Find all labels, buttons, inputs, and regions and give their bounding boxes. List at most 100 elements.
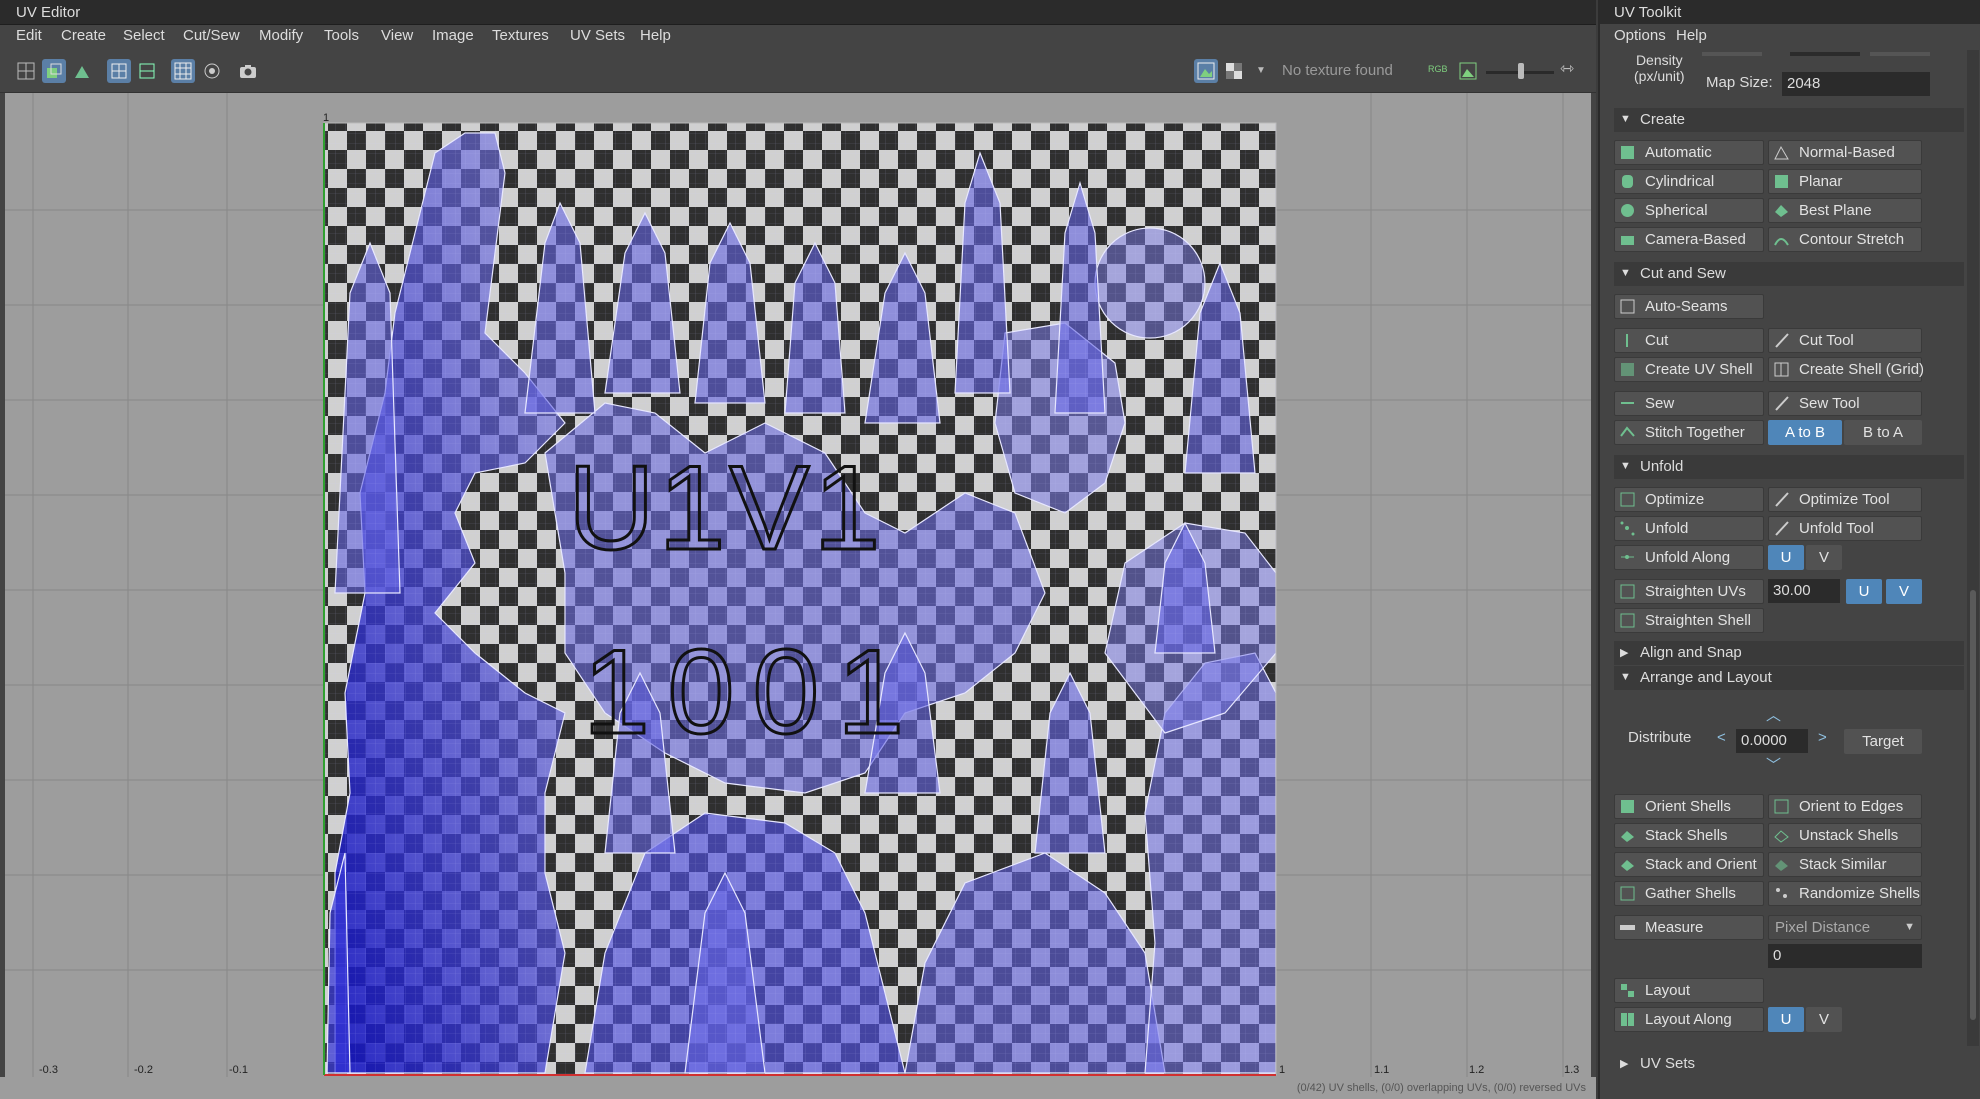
section-unfold[interactable]: ▼ Unfold [1614, 455, 1964, 479]
b-to-a-button[interactable]: B to A [1844, 420, 1922, 445]
toolkit-menu-options[interactable]: Options [1614, 27, 1666, 44]
unfold-along-u-button[interactable]: U [1768, 545, 1804, 570]
menu-uv-sets[interactable]: UV Sets [570, 27, 625, 44]
unfold-button[interactable]: Unfold [1614, 516, 1764, 541]
sew-tool-button[interactable]: Sew Tool [1768, 391, 1922, 416]
menu-cut-sew[interactable]: Cut/Sew [183, 27, 240, 44]
stack-similar-button[interactable]: Stack Similar [1768, 852, 1922, 877]
optimize-tool-button[interactable]: Optimize Tool [1768, 487, 1922, 512]
cylindrical-button[interactable]: Cylindrical [1614, 169, 1764, 194]
layout-along-button[interactable]: Layout Along [1614, 1007, 1764, 1032]
straighten-v-button[interactable]: V [1886, 579, 1922, 604]
normal-based-button[interactable]: Normal-Based [1768, 140, 1922, 165]
section-uv-sets[interactable]: ▶ UV Sets [1614, 1052, 1964, 1076]
density-field-top[interactable] [1702, 52, 1762, 56]
button-label: Layout [1645, 982, 1691, 999]
rgb-channel-icon[interactable]: RGB [1428, 64, 1448, 74]
grid-toggle-button[interactable] [171, 59, 195, 83]
a-to-b-button[interactable]: A to B [1768, 420, 1842, 445]
checker-button[interactable] [1222, 59, 1246, 83]
wireframe-button[interactable] [107, 59, 131, 83]
density-button-top[interactable] [1870, 52, 1930, 56]
spherical-button[interactable]: Spherical [1614, 198, 1764, 223]
stack-and-orient-button[interactable]: Stack and Orient [1614, 852, 1764, 877]
shaded-mode-button[interactable] [70, 59, 94, 83]
layout-along-u-button[interactable]: U [1768, 1007, 1804, 1032]
toolkit-scrollbar[interactable] [1967, 50, 1979, 1046]
density-slider-top[interactable] [1790, 52, 1860, 56]
straighten-shell-button[interactable]: Straighten Shell [1614, 608, 1764, 633]
split-arrows-icon[interactable]: ⇿ [1560, 59, 1574, 79]
best-plane-button[interactable]: Best Plane [1768, 198, 1922, 223]
cut-button[interactable]: Cut [1614, 328, 1764, 353]
sew-icon [1621, 402, 1634, 404]
menu-tools[interactable]: Tools [324, 27, 359, 44]
section-label: Align and Snap [1640, 644, 1742, 661]
menu-view[interactable]: View [381, 27, 413, 44]
auto-seams-button[interactable]: Auto-Seams [1614, 294, 1764, 319]
section-arrange-and-layout[interactable]: ▼ Arrange and Layout [1614, 666, 1964, 690]
layout-button[interactable]: Layout [1614, 978, 1764, 1003]
uv-viewport[interactable]: U1V1 1001 -0.3 -0.2 -0.1 1 1.1 1.2 1.3 1 [5, 93, 1591, 1077]
target-button[interactable]: Target [1844, 729, 1922, 754]
optimize-button[interactable]: Optimize [1614, 487, 1764, 512]
toolkit-scrollbar-thumb[interactable] [1970, 590, 1976, 1020]
menu-help[interactable]: Help [640, 27, 671, 44]
straighten-angle-input[interactable]: 30.00 [1768, 579, 1840, 603]
toolkit-scroll-area[interactable]: Density (px/unit) Map Size: 2048 ▼ Creat… [1600, 48, 1966, 1078]
layout-grid-button[interactable] [14, 59, 38, 83]
menu-create[interactable]: Create [61, 27, 106, 44]
sew-button[interactable]: Sew [1614, 391, 1764, 416]
unfold-along-button[interactable]: Unfold Along [1614, 545, 1764, 570]
unfold-along-v-button[interactable]: V [1806, 545, 1842, 570]
chevron-down-icon[interactable]: ▼ [1256, 65, 1266, 76]
snapshot-button[interactable] [236, 59, 260, 83]
snap-button[interactable] [200, 59, 224, 83]
stack-similar-icon [1775, 860, 1788, 871]
distribute-input[interactable]: 0.0000 [1736, 729, 1808, 753]
map-size-input[interactable]: 2048 [1782, 72, 1930, 96]
orient-shells-button[interactable]: Orient Shells [1614, 794, 1764, 819]
camera-based-button[interactable]: Camera-Based [1614, 227, 1764, 252]
stack-shells-button[interactable]: Stack Shells [1614, 823, 1764, 848]
gather-shells-button[interactable]: Gather Shells [1614, 881, 1764, 906]
display-image-button[interactable] [1194, 59, 1218, 83]
cut-tool-button[interactable]: Cut Tool [1768, 328, 1922, 353]
stitch-together-button[interactable]: Stitch Together [1614, 420, 1764, 445]
toolkit-menu-help[interactable]: Help [1676, 27, 1707, 44]
exposure-button[interactable] [1456, 59, 1480, 83]
create-shell-grid-button[interactable]: Create Shell (Grid) [1768, 357, 1924, 382]
uv-grid-canvas[interactable]: U1V1 1001 -0.3 -0.2 -0.1 1 1.1 1.2 1.3 1 [5, 93, 1591, 1077]
section-align-and-snap[interactable]: ▶ Align and Snap [1614, 641, 1964, 665]
uv-shells[interactable] [324, 123, 1276, 1075]
distribute-left-arrow-icon[interactable]: < [1717, 729, 1726, 746]
section-cut-and-sew[interactable]: ▼ Cut and Sew [1614, 262, 1964, 286]
automatic-button[interactable]: Automatic [1614, 140, 1764, 165]
orient-to-edges-button[interactable]: Orient to Edges [1768, 794, 1922, 819]
gamma-slider-thumb[interactable] [1518, 63, 1524, 79]
layout-along-v-button[interactable]: V [1806, 1007, 1842, 1032]
section-label: Create [1640, 111, 1686, 128]
menu-select[interactable]: Select [123, 27, 165, 44]
unstack-shells-button[interactable]: Unstack Shells [1768, 823, 1922, 848]
distribute-up-arrow-icon[interactable]: ︿ [1766, 704, 1781, 725]
contour-stretch-button[interactable]: Contour Stretch [1768, 227, 1922, 252]
straighten-uvs-button[interactable]: Straighten UVs [1614, 579, 1764, 604]
planar-button[interactable]: Planar [1768, 169, 1922, 194]
randomize-shells-button[interactable]: Randomize Shells [1768, 881, 1922, 906]
menu-modify[interactable]: Modify [259, 27, 303, 44]
section-create[interactable]: ▼ Create [1614, 108, 1964, 132]
create-uv-shell-button[interactable]: Create UV Shell [1614, 357, 1764, 382]
distribute-right-arrow-icon[interactable]: > [1818, 729, 1827, 746]
measure-button[interactable]: Measure [1614, 915, 1764, 940]
menu-edit[interactable]: Edit [16, 27, 42, 44]
unfold-tool-button[interactable]: Unfold Tool [1768, 516, 1922, 541]
texture-mode-button[interactable] [42, 59, 66, 83]
distribute-down-arrow-icon[interactable]: ﹀ [1766, 754, 1781, 775]
menu-textures[interactable]: Textures [492, 27, 549, 44]
measure-mode-dropdown[interactable]: Pixel Distance ▼ [1768, 915, 1922, 940]
distortion-button[interactable] [135, 59, 159, 83]
straighten-u-button[interactable]: U [1846, 579, 1882, 604]
gather-icon [1620, 886, 1635, 901]
menu-image[interactable]: Image [432, 27, 474, 44]
